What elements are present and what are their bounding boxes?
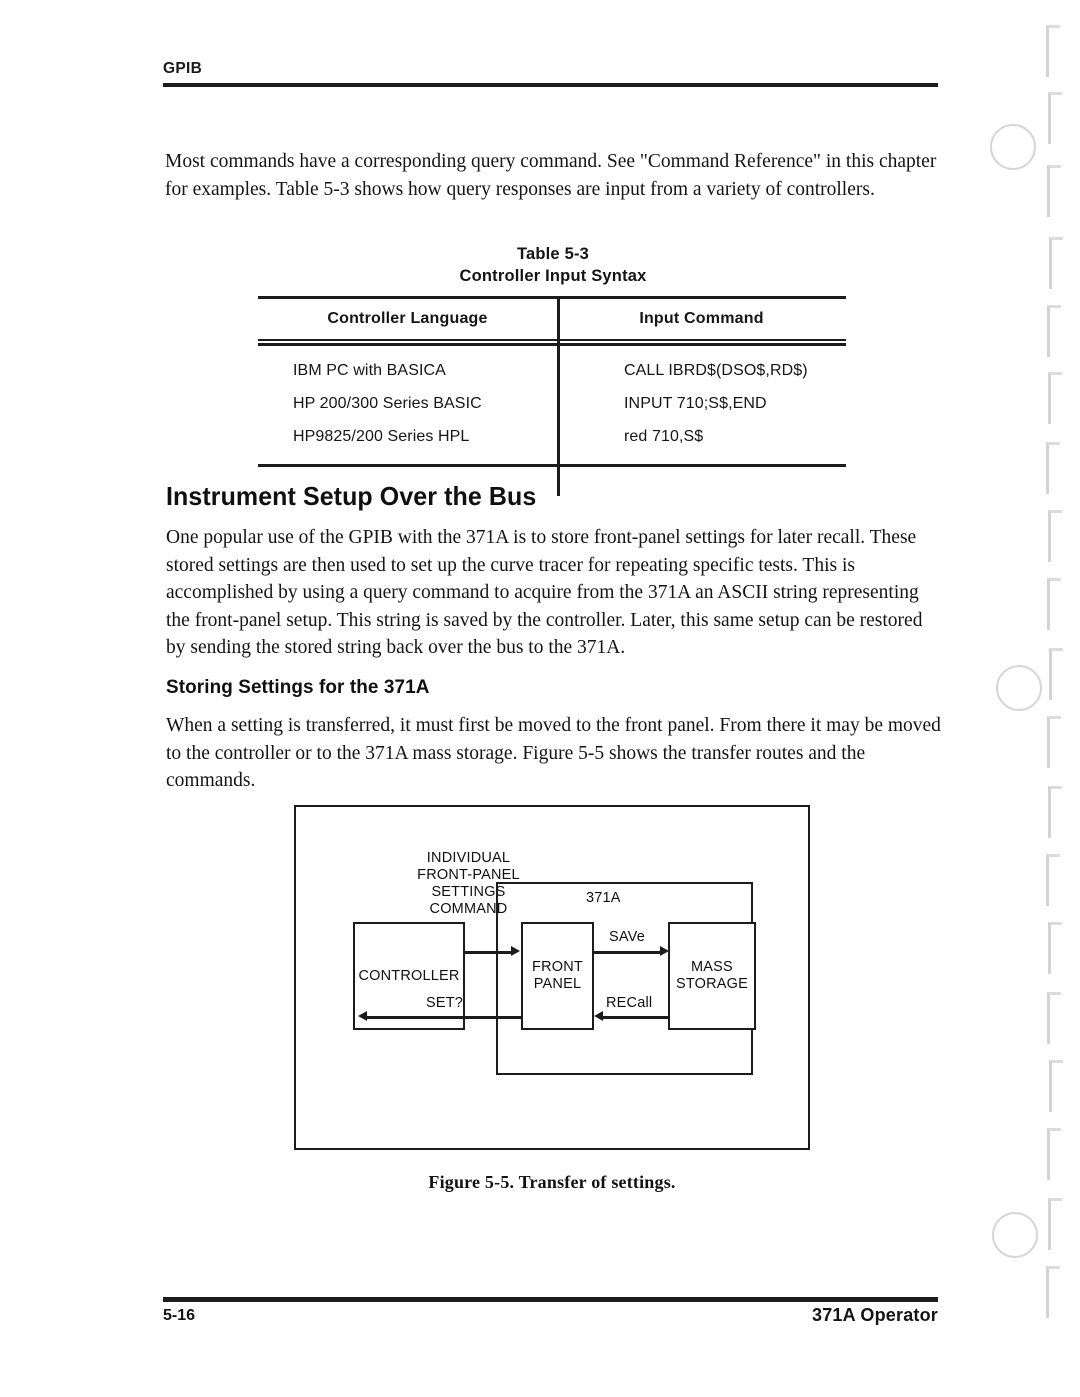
table-cell-language: IBM PC with BASICA: [293, 362, 446, 379]
edge-label-save: SAVe: [609, 929, 646, 945]
running-head-label: GPIB: [163, 60, 203, 77]
scan-artifact-tick: [1049, 1060, 1063, 1112]
scan-artifact-tick: [1047, 716, 1061, 768]
table-cell-language: HP9825/200 Series HPL: [293, 428, 470, 445]
scan-artifact-tick: [1046, 442, 1060, 494]
document-title: 371A Operator: [812, 1305, 938, 1325]
arrow-right-icon: [660, 946, 669, 956]
edge-controller-to-front-panel: [464, 951, 513, 954]
scan-artifact-tick: [1048, 92, 1062, 144]
arrow-left-icon: [358, 1011, 367, 1021]
table-cell-command: red 710,S$: [624, 428, 704, 445]
scan-artifact-tick: [1047, 305, 1061, 357]
edge-label-set-query: SET?: [426, 995, 464, 1011]
section-heading: Instrument Setup Over the Bus: [166, 481, 537, 511]
edge-mass-storage-to-front-panel: [601, 1016, 669, 1019]
command-path-label: INDIVIDUAL FRONT-PANEL SETTINGS COMMAND: [417, 850, 520, 917]
scan-artifact-tick: [1048, 510, 1062, 562]
table-row: IBM PC with BASICA CALL IBRD$(DSO$,RD$): [258, 355, 848, 388]
scan-artifact-tick: [1046, 25, 1060, 77]
scan-artifact-tick: [1046, 1266, 1060, 1318]
table-header-row: Controller Language Input Command: [258, 299, 848, 339]
scan-artifact-binder-hole: [996, 665, 1042, 711]
scan-artifact-tick: [1047, 165, 1061, 217]
scan-artifact-tick: [1048, 1198, 1062, 1250]
scan-artifact-tick: [1048, 922, 1062, 974]
edge-label-recall: RECall: [606, 995, 653, 1011]
arrow-left-icon: [594, 1011, 603, 1021]
scan-artifact-tick: [1047, 1128, 1061, 1180]
table-header-cell-language: Controller Language: [327, 309, 488, 327]
page-number: 5-16: [163, 1307, 196, 1324]
running-head: GPIB: [163, 60, 938, 88]
table-bottom-rule: [258, 463, 846, 467]
scan-artifact-tick: [1049, 648, 1063, 700]
scan-artifact-tick: [1047, 578, 1061, 630]
table-number: Table 5-3: [516, 245, 590, 263]
table-cell-command: INPUT 710;S$,END: [624, 395, 767, 412]
edge-front-panel-to-controller: [366, 1016, 522, 1019]
table-body: IBM PC with BASICA CALL IBRD$(DSO$,RD$) …: [258, 346, 848, 464]
scan-artifact-tick: [1046, 854, 1060, 906]
section-paragraph: One popular use of the GPIB with the 371…: [166, 527, 923, 658]
footer-rule: [163, 1297, 938, 1302]
table-grid: Controller Language Input Command IBM PC…: [258, 296, 848, 496]
scan-artifact-tick: [1047, 992, 1061, 1044]
running-head-rule: [163, 83, 938, 87]
page-footer: 5-16 371A Operator: [163, 1297, 938, 1337]
table-header-rule: [258, 338, 846, 346]
enclosure-371a-label: 371A: [586, 890, 621, 906]
scan-artifact-tick: [1049, 237, 1063, 289]
table-row: HP9825/200 Series HPL red 710,S$: [258, 421, 848, 454]
table-row: HP 200/300 Series BASIC INPUT 710;S$,END: [258, 388, 848, 421]
node-controller: CONTROLLER: [353, 922, 465, 1030]
node-mass-storage: MASS STORAGE: [668, 922, 756, 1030]
scan-artifact-binder-hole: [992, 1212, 1038, 1258]
intro-paragraph: Most commands have a corresponding query…: [165, 151, 937, 200]
edge-front-panel-to-mass-storage: [593, 951, 662, 954]
table-cell-command: CALL IBRD$(DSO$,RD$): [624, 362, 808, 379]
subsection-paragraph: When a setting is transferred, it must f…: [166, 715, 941, 791]
scan-artifact-tick: [1048, 786, 1062, 838]
subsection-heading: Storing Settings for the 371A: [166, 676, 430, 698]
table-column-divider: [557, 298, 560, 496]
arrow-right-icon: [511, 946, 520, 956]
table-title: Controller Input Syntax: [459, 267, 647, 285]
table-header-cell-command: Input Command: [639, 309, 764, 327]
node-front-panel: FRONT PANEL: [521, 922, 594, 1030]
table-cell-language: HP 200/300 Series BASIC: [293, 395, 482, 412]
table-5-3: Table 5-3 Controller Input Syntax Contro…: [258, 243, 848, 496]
figure-5-5-frame: 371A INDIVIDUAL FRONT-PANEL SETTINGS COM…: [294, 805, 810, 1150]
scan-artifact-tick: [1048, 372, 1062, 424]
figure-caption: Figure 5-5. Transfer of settings.: [428, 1172, 676, 1192]
scan-artifact-binder-hole: [990, 124, 1036, 170]
